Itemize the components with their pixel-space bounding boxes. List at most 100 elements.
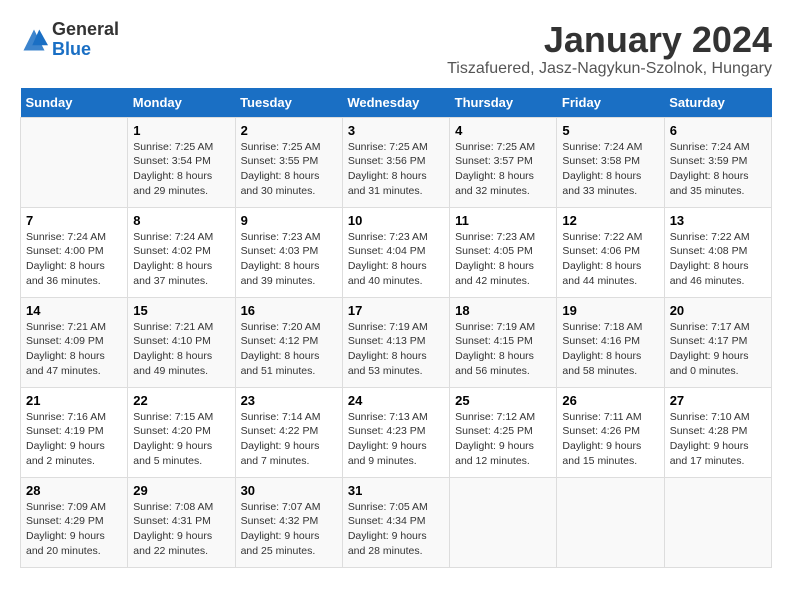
weekday-header-friday: Friday <box>557 88 664 118</box>
day-number: 25 <box>455 393 551 408</box>
calendar-cell: 21 Sunrise: 7:16 AM Sunset: 4:19 PM Dayli… <box>21 387 128 477</box>
weekday-header-tuesday: Tuesday <box>235 88 342 118</box>
day-number: 26 <box>562 393 658 408</box>
calendar-cell: 17 Sunrise: 7:19 AM Sunset: 4:13 PM Dayli… <box>342 297 449 387</box>
day-number: 13 <box>670 213 766 228</box>
calendar-cell: 11 Sunrise: 7:23 AM Sunset: 4:05 PM Dayli… <box>450 207 557 297</box>
calendar-cell: 24Sunrise: 7:13 AM Sunset: 4:23 PM Dayli… <box>342 387 449 477</box>
day-number: 17 <box>348 303 444 318</box>
calendar-cell: 31Sunrise: 7:05 AM Sunset: 4:34 PM Dayli… <box>342 477 449 567</box>
calendar-cell: 12 Sunrise: 7:22 AM Sunset: 4:06 PM Dayli… <box>557 207 664 297</box>
calendar-cell <box>557 477 664 567</box>
calendar-cell: 5Sunrise: 7:24 AM Sunset: 3:58 PM Daylig… <box>557 117 664 207</box>
day-info: Sunrise: 7:08 AM Sunset: 4:31 PM Dayligh… <box>133 500 229 559</box>
day-info: Sunrise: 7:25 AM Sunset: 3:54 PM Dayligh… <box>133 140 229 199</box>
day-info: Sunrise: 7:05 AM Sunset: 4:34 PM Dayligh… <box>348 500 444 559</box>
calendar-cell: 2Sunrise: 7:25 AM Sunset: 3:55 PM Daylig… <box>235 117 342 207</box>
day-info: Sunrise: 7:19 AM Sunset: 4:13 PM Dayligh… <box>348 320 444 379</box>
logo-text: General Blue <box>52 20 119 60</box>
calendar-cell: 27 Sunrise: 7:10 AM Sunset: 4:28 PM Dayli… <box>664 387 771 477</box>
day-info: Sunrise: 7:23 AM Sunset: 4:04 PM Dayligh… <box>348 230 444 289</box>
day-info: Sunrise: 7:09 AM Sunset: 4:29 PM Dayligh… <box>26 500 122 559</box>
calendar-cell: 3 Sunrise: 7:25 AM Sunset: 3:56 PM Daylig… <box>342 117 449 207</box>
calendar-cell: 6 Sunrise: 7:24 AM Sunset: 3:59 PM Daylig… <box>664 117 771 207</box>
calendar-cell: 15 Sunrise: 7:21 AM Sunset: 4:10 PM Dayli… <box>128 297 235 387</box>
day-number: 16 <box>241 303 337 318</box>
calendar-cell: 4 Sunrise: 7:25 AM Sunset: 3:57 PM Daylig… <box>450 117 557 207</box>
week-row-1: 1Sunrise: 7:25 AM Sunset: 3:54 PM Daylig… <box>21 117 772 207</box>
day-number: 21 <box>26 393 122 408</box>
day-number: 2 <box>241 123 337 138</box>
week-row-3: 14Sunrise: 7:21 AM Sunset: 4:09 PM Dayli… <box>21 297 772 387</box>
week-row-5: 28 Sunrise: 7:09 AM Sunset: 4:29 PM Dayli… <box>21 477 772 567</box>
calendar-cell: 18Sunrise: 7:19 AM Sunset: 4:15 PM Dayli… <box>450 297 557 387</box>
calendar-cell: 1Sunrise: 7:25 AM Sunset: 3:54 PM Daylig… <box>128 117 235 207</box>
day-info: Sunrise: 7:24 AM Sunset: 3:58 PM Dayligh… <box>562 140 658 199</box>
day-info: Sunrise: 7:18 AM Sunset: 4:16 PM Dayligh… <box>562 320 658 379</box>
weekday-header-sunday: Sunday <box>21 88 128 118</box>
calendar-cell: 30Sunrise: 7:07 AM Sunset: 4:32 PM Dayli… <box>235 477 342 567</box>
day-info: Sunrise: 7:25 AM Sunset: 3:56 PM Dayligh… <box>348 140 444 199</box>
day-info: Sunrise: 7:25 AM Sunset: 3:57 PM Dayligh… <box>455 140 551 199</box>
calendar-cell: 20 Sunrise: 7:17 AM Sunset: 4:17 PM Dayli… <box>664 297 771 387</box>
title-area: January 2024 Tiszafuered, Jasz-Nagykun-S… <box>447 20 772 78</box>
calendar-cell: 7 Sunrise: 7:24 AM Sunset: 4:00 PM Daylig… <box>21 207 128 297</box>
logo-general-text: General <box>52 19 119 39</box>
day-info: Sunrise: 7:22 AM Sunset: 4:06 PM Dayligh… <box>562 230 658 289</box>
day-number: 22 <box>133 393 229 408</box>
calendar-cell: 13 Sunrise: 7:22 AM Sunset: 4:08 PM Dayli… <box>664 207 771 297</box>
day-number: 3 <box>348 123 444 138</box>
calendar-cell: 29 Sunrise: 7:08 AM Sunset: 4:31 PM Dayli… <box>128 477 235 567</box>
weekday-header-monday: Monday <box>128 88 235 118</box>
day-number: 9 <box>241 213 337 228</box>
day-info: Sunrise: 7:13 AM Sunset: 4:23 PM Dayligh… <box>348 410 444 469</box>
weekday-header-wednesday: Wednesday <box>342 88 449 118</box>
weekday-header-thursday: Thursday <box>450 88 557 118</box>
calendar-cell: 23Sunrise: 7:14 AM Sunset: 4:22 PM Dayli… <box>235 387 342 477</box>
day-info: Sunrise: 7:24 AM Sunset: 4:02 PM Dayligh… <box>133 230 229 289</box>
day-number: 19 <box>562 303 658 318</box>
day-info: Sunrise: 7:07 AM Sunset: 4:32 PM Dayligh… <box>241 500 337 559</box>
calendar-cell: 26Sunrise: 7:11 AM Sunset: 4:26 PM Dayli… <box>557 387 664 477</box>
day-info: Sunrise: 7:14 AM Sunset: 4:22 PM Dayligh… <box>241 410 337 469</box>
day-number: 20 <box>670 303 766 318</box>
calendar-cell: 9 Sunrise: 7:23 AM Sunset: 4:03 PM Daylig… <box>235 207 342 297</box>
calendar-cell <box>664 477 771 567</box>
month-title: January 2024 <box>447 20 772 60</box>
calendar-cell: 28 Sunrise: 7:09 AM Sunset: 4:29 PM Dayli… <box>21 477 128 567</box>
day-number: 7 <box>26 213 122 228</box>
day-info: Sunrise: 7:12 AM Sunset: 4:25 PM Dayligh… <box>455 410 551 469</box>
day-number: 27 <box>670 393 766 408</box>
week-row-4: 21 Sunrise: 7:16 AM Sunset: 4:19 PM Dayli… <box>21 387 772 477</box>
day-info: Sunrise: 7:22 AM Sunset: 4:08 PM Dayligh… <box>670 230 766 289</box>
header: General Blue January 2024 Tiszafuered, J… <box>20 20 772 78</box>
day-info: Sunrise: 7:15 AM Sunset: 4:20 PM Dayligh… <box>133 410 229 469</box>
day-number: 12 <box>562 213 658 228</box>
day-number: 14 <box>26 303 122 318</box>
day-number: 4 <box>455 123 551 138</box>
day-number: 11 <box>455 213 551 228</box>
day-info: Sunrise: 7:17 AM Sunset: 4:17 PM Dayligh… <box>670 320 766 379</box>
day-info: Sunrise: 7:10 AM Sunset: 4:28 PM Dayligh… <box>670 410 766 469</box>
location: Tiszafuered, Jasz-Nagykun-Szolnok, Hunga… <box>447 60 772 78</box>
day-number: 10 <box>348 213 444 228</box>
calendar-cell: 8 Sunrise: 7:24 AM Sunset: 4:02 PM Daylig… <box>128 207 235 297</box>
calendar-cell: 10 Sunrise: 7:23 AM Sunset: 4:04 PM Dayli… <box>342 207 449 297</box>
day-info: Sunrise: 7:21 AM Sunset: 4:10 PM Dayligh… <box>133 320 229 379</box>
day-info: Sunrise: 7:23 AM Sunset: 4:05 PM Dayligh… <box>455 230 551 289</box>
day-info: Sunrise: 7:24 AM Sunset: 3:59 PM Dayligh… <box>670 140 766 199</box>
day-info: Sunrise: 7:16 AM Sunset: 4:19 PM Dayligh… <box>26 410 122 469</box>
day-number: 15 <box>133 303 229 318</box>
logo-icon <box>20 26 48 54</box>
day-info: Sunrise: 7:23 AM Sunset: 4:03 PM Dayligh… <box>241 230 337 289</box>
day-info: Sunrise: 7:24 AM Sunset: 4:00 PM Dayligh… <box>26 230 122 289</box>
day-number: 6 <box>670 123 766 138</box>
calendar-cell: 22 Sunrise: 7:15 AM Sunset: 4:20 PM Dayli… <box>128 387 235 477</box>
day-number: 8 <box>133 213 229 228</box>
logo: General Blue <box>20 20 119 60</box>
day-number: 28 <box>26 483 122 498</box>
day-number: 29 <box>133 483 229 498</box>
calendar-cell <box>21 117 128 207</box>
day-info: Sunrise: 7:19 AM Sunset: 4:15 PM Dayligh… <box>455 320 551 379</box>
weekday-header-saturday: Saturday <box>664 88 771 118</box>
